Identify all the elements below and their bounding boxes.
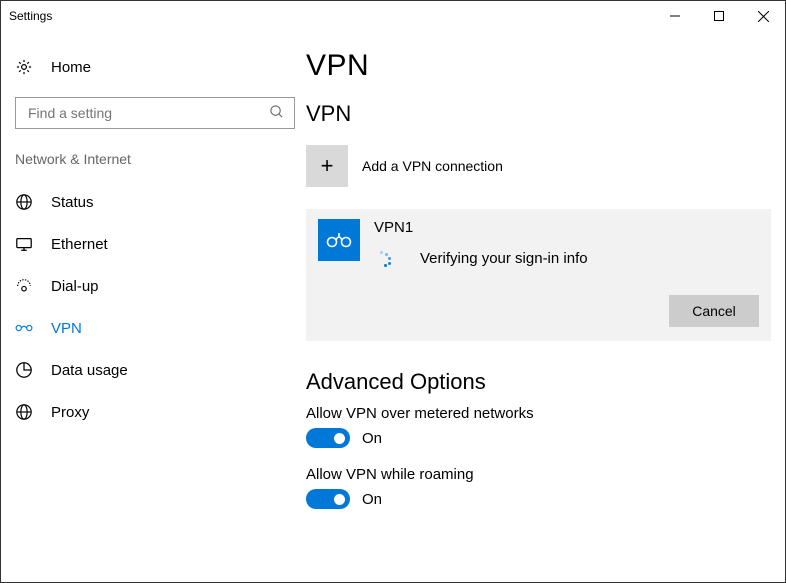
- sidebar-home-label: Home: [51, 59, 91, 76]
- sidebar-item-status[interactable]: Status: [1, 181, 306, 223]
- gear-icon: [15, 58, 33, 76]
- maximize-button[interactable]: [697, 1, 741, 31]
- sidebar-item-label: Ethernet: [51, 236, 108, 253]
- add-vpn-button[interactable]: + Add a VPN connection: [306, 139, 771, 193]
- search-wrap: [1, 89, 306, 147]
- sidebar-item-label: Status: [51, 194, 94, 211]
- window-body: Home Network & Internet: [1, 31, 785, 582]
- add-vpn-label: Add a VPN connection: [362, 158, 503, 174]
- data-usage-icon: [15, 361, 33, 379]
- metered-toggle[interactable]: [306, 428, 350, 448]
- connection-status-row: Verifying your sign-in info: [374, 250, 759, 267]
- vpn-icon: [15, 319, 33, 337]
- close-button[interactable]: [741, 1, 785, 31]
- globe-icon: [15, 193, 33, 211]
- sidebar: Home Network & Internet: [1, 31, 306, 582]
- sidebar-item-ethernet[interactable]: Ethernet: [1, 223, 306, 265]
- connection-header: VPN1 Verifying your sign-in info: [318, 219, 759, 267]
- main-panel: VPN VPN + Add a VPN connection: [306, 31, 785, 582]
- sidebar-item-label: Data usage: [51, 362, 128, 379]
- connection-name: VPN1: [374, 219, 759, 236]
- vpn-connection-card[interactable]: VPN1 Verifying your sign-in info: [306, 209, 771, 341]
- connection-status-text: Verifying your sign-in info: [420, 250, 588, 267]
- connection-info: VPN1 Verifying your sign-in info: [374, 219, 759, 267]
- search-input[interactable]: [15, 97, 295, 129]
- window-title: Settings: [9, 9, 52, 23]
- window-controls: [653, 1, 785, 31]
- sidebar-section-label: Network & Internet: [1, 147, 306, 181]
- settings-window: Settings Home: [0, 0, 786, 583]
- sidebar-item-label: Proxy: [51, 404, 89, 421]
- search-field[interactable]: [26, 104, 269, 122]
- sidebar-item-datausage[interactable]: Data usage: [1, 349, 306, 391]
- sidebar-item-label: Dial-up: [51, 278, 99, 295]
- roaming-label: Allow VPN while roaming: [306, 466, 771, 483]
- minimize-button[interactable]: [653, 1, 697, 31]
- plus-icon: +: [306, 145, 348, 187]
- vpn-tile-icon: [318, 219, 360, 261]
- cancel-button[interactable]: Cancel: [669, 295, 759, 327]
- advanced-heading: Advanced Options: [306, 369, 771, 395]
- roaming-toggle[interactable]: [306, 489, 350, 509]
- sidebar-item-dialup[interactable]: Dial-up: [1, 265, 306, 307]
- titlebar: Settings: [1, 1, 785, 31]
- connection-actions: Cancel: [318, 295, 759, 327]
- proxy-icon: [15, 403, 33, 421]
- sidebar-item-label: VPN: [51, 320, 82, 337]
- sidebar-item-vpn[interactable]: VPN: [1, 307, 306, 349]
- roaming-state: On: [362, 491, 382, 508]
- search-icon: [269, 104, 284, 122]
- section-heading: VPN: [306, 101, 771, 127]
- monitor-icon: [15, 235, 33, 253]
- roaming-toggle-row: On: [306, 489, 771, 509]
- dialup-icon: [15, 277, 33, 295]
- spinner-icon: [376, 251, 392, 267]
- sidebar-item-proxy[interactable]: Proxy: [1, 391, 306, 433]
- metered-toggle-row: On: [306, 428, 771, 448]
- metered-label: Allow VPN over metered networks: [306, 405, 771, 422]
- metered-state: On: [362, 430, 382, 447]
- sidebar-home[interactable]: Home: [1, 45, 306, 89]
- page-title: VPN: [306, 49, 771, 83]
